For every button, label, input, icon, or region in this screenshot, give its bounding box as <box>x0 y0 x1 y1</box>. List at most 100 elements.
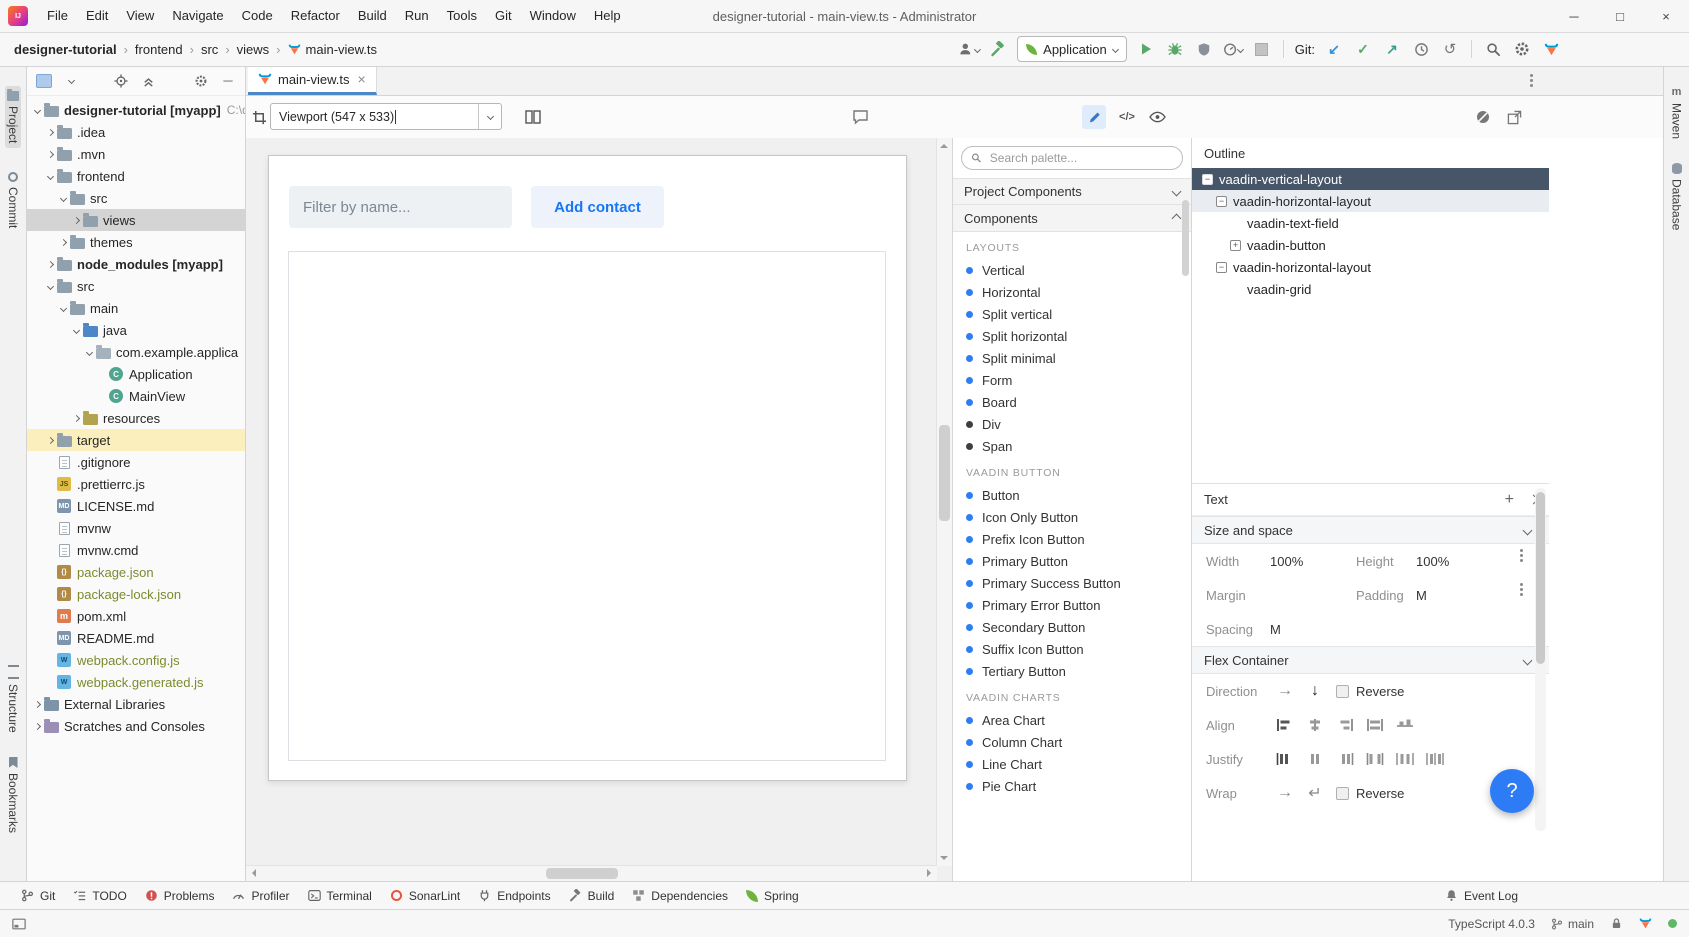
tree-item[interactable]: Scratches and Consoles <box>27 715 245 737</box>
chevron-down-icon[interactable] <box>44 174 56 179</box>
spacing-value[interactable]: M <box>1270 622 1356 637</box>
minimize-button[interactable]: ─ <box>1551 0 1597 32</box>
tree-item[interactable]: mvnw <box>27 517 245 539</box>
palette-item[interactable]: Suffix Icon Button <box>953 638 1191 660</box>
palette-item[interactable]: Primary Success Button <box>953 572 1191 594</box>
outline-item[interactable]: +vaadin-button <box>1192 234 1549 256</box>
tree-item[interactable]: java <box>27 319 245 341</box>
palette-item[interactable]: Form <box>953 369 1191 391</box>
tree-item[interactable]: views <box>27 209 245 231</box>
toggle-minus-icon[interactable]: − <box>1216 196 1227 207</box>
tree-item[interactable]: {}package-lock.json <box>27 583 245 605</box>
chevron-down-icon[interactable] <box>83 350 95 355</box>
tool-button-project[interactable]: Project <box>5 86 21 148</box>
comment-icon[interactable] <box>850 107 870 127</box>
tree-item[interactable]: CApplication <box>27 363 245 385</box>
project-view-selector[interactable] <box>35 72 53 90</box>
tree-item[interactable]: com.example.applica <box>27 341 245 363</box>
palette-item[interactable]: Board <box>953 391 1191 413</box>
tool-button-todo[interactable]: TODO <box>64 882 135 909</box>
tool-button-sonarlint[interactable]: SonarLint <box>381 882 469 909</box>
tool-button-database[interactable]: Database <box>1670 163 1684 230</box>
row-options-icon[interactable] <box>1520 554 1523 557</box>
scroll-left-icon[interactable] <box>248 869 256 877</box>
row-options-icon[interactable] <box>1520 588 1523 591</box>
build-hammer-icon[interactable] <box>988 39 1008 59</box>
viewport-select[interactable]: Viewport (547 x 533) <box>270 103 502 130</box>
tree-item[interactable]: .idea <box>27 121 245 143</box>
user-profile-icon[interactable] <box>959 39 979 59</box>
stop-button[interactable] <box>1252 39 1272 59</box>
menu-tools[interactable]: Tools <box>438 0 486 32</box>
vaadin-plugin-icon[interactable] <box>1541 39 1561 59</box>
tree-item[interactable]: resources <box>27 407 245 429</box>
close-button[interactable]: × <box>1643 0 1689 32</box>
toggle-minus-icon[interactable]: − <box>1202 174 1213 185</box>
palette-scrollbar[interactable] <box>1182 200 1189 276</box>
code-mode-icon[interactable]: </> <box>1114 105 1140 129</box>
git-branch-status[interactable]: main <box>1551 917 1594 931</box>
contact-grid[interactable] <box>288 251 886 761</box>
height-value[interactable]: 100% <box>1416 554 1502 569</box>
palette-item[interactable]: Tertiary Button <box>953 660 1191 682</box>
width-value[interactable]: 100% <box>1270 554 1356 569</box>
ide-status-indicator[interactable] <box>1668 919 1677 928</box>
panel-settings-gear-icon[interactable] <box>192 72 210 90</box>
git-push-icon[interactable]: ↗ <box>1382 39 1402 59</box>
direction-reverse-checkbox[interactable] <box>1336 685 1349 698</box>
chevron-down-icon[interactable] <box>62 72 80 90</box>
chevron-down-icon[interactable] <box>70 328 82 333</box>
chevron-right-icon[interactable] <box>44 438 56 443</box>
lock-icon[interactable] <box>1610 917 1623 930</box>
outline-item[interactable]: −vaadin-vertical-layout <box>1192 168 1549 190</box>
menu-run[interactable]: Run <box>396 0 438 32</box>
rollback-icon[interactable]: ↺ <box>1440 39 1460 59</box>
menu-code[interactable]: Code <box>233 0 282 32</box>
section-flex-container[interactable]: Flex Container <box>1192 646 1549 674</box>
add-property-icon[interactable]: + <box>1505 492 1514 508</box>
run-configuration-select[interactable]: Application <box>1017 36 1127 62</box>
direction-column-icon[interactable]: ↓ <box>1300 679 1330 703</box>
padding-value[interactable]: M <box>1416 588 1502 603</box>
chevron-right-icon[interactable] <box>70 218 82 223</box>
menu-window[interactable]: Window <box>521 0 585 32</box>
tool-button-git[interactable]: Git <box>12 882 64 909</box>
tree-item[interactable]: frontend <box>27 165 245 187</box>
outline-item[interactable]: −vaadin-horizontal-layout <box>1192 256 1549 278</box>
menu-edit[interactable]: Edit <box>77 0 117 32</box>
justify-center-icon[interactable] <box>1300 747 1330 771</box>
palette-item[interactable]: Area Chart <box>953 709 1191 731</box>
git-update-icon[interactable]: ↙ <box>1324 39 1344 59</box>
tree-item[interactable]: themes <box>27 231 245 253</box>
tool-button-terminal[interactable]: Terminal <box>299 882 381 909</box>
palette-item[interactable]: Span <box>953 435 1191 457</box>
tree-item[interactable]: {}package.json <box>27 561 245 583</box>
breadcrumb-item[interactable]: frontend <box>133 42 185 57</box>
tool-button-dependencies[interactable]: Dependencies <box>623 882 737 909</box>
tree-item[interactable]: MDLICENSE.md <box>27 495 245 517</box>
tree-item[interactable]: .mvn <box>27 143 245 165</box>
chevron-right-icon[interactable] <box>57 240 69 245</box>
menu-navigate[interactable]: Navigate <box>163 0 232 32</box>
scroll-up-icon[interactable] <box>940 140 948 148</box>
tree-item[interactable]: mpom.xml <box>27 605 245 627</box>
tool-button-profiler[interactable]: Profiler <box>223 882 298 909</box>
hide-panel-icon[interactable]: ─ <box>219 72 237 90</box>
properties-scrollbar[interactable] <box>1535 488 1546 831</box>
canvas-horizontal-scrollbar[interactable] <box>246 865 937 881</box>
palette-item[interactable]: Secondary Button <box>953 616 1191 638</box>
help-fab-button[interactable]: ? <box>1490 769 1534 813</box>
scroll-right-icon[interactable] <box>927 869 935 877</box>
canvas-vertical-scrollbar[interactable] <box>936 138 952 866</box>
section-size-and-space[interactable]: Size and space <box>1192 516 1549 544</box>
menu-file[interactable]: File <box>38 0 77 32</box>
palette-item[interactable]: Prefix Icon Button <box>953 528 1191 550</box>
section-components[interactable]: Components <box>953 205 1191 232</box>
filter-text-field[interactable]: Filter by name... <box>289 186 512 228</box>
git-commit-icon[interactable]: ✓ <box>1353 39 1373 59</box>
chevron-right-icon[interactable] <box>44 152 56 157</box>
outline-item[interactable]: vaadin-grid <box>1192 278 1549 300</box>
toggle-minus-icon[interactable]: − <box>1216 262 1227 273</box>
align-stretch-icon[interactable] <box>1360 713 1390 737</box>
chevron-right-icon[interactable] <box>70 416 82 421</box>
